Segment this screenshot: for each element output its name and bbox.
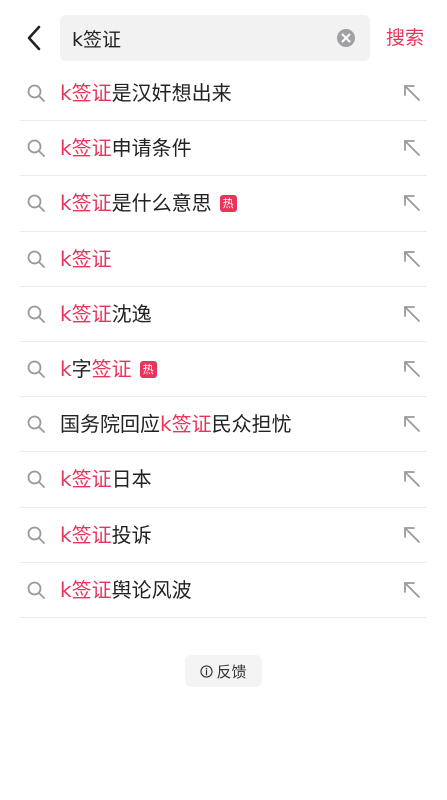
arrow-up-left-icon[interactable] <box>401 468 423 490</box>
highlighted-term: k <box>60 357 72 382</box>
top-bar: 搜索 <box>0 0 447 76</box>
suggestion-term: 是汉奸想出来 <box>111 81 232 106</box>
suggestion-item[interactable]: k签证 沈逸 <box>20 287 427 342</box>
suggestion-text: 国务院回应 k签证 民众担忧 <box>60 411 292 437</box>
arrow-up-left-icon[interactable] <box>401 82 423 104</box>
suggestion-list: k签证 是汉奸想出来 k签证 申请条件 k签证 是什么意思热 k签证 k签证 沈逸 k 字签证热国务… <box>20 66 427 618</box>
suggestion-text: k签证 申请条件 <box>60 135 192 161</box>
suggestion-text: k签证 是汉奸想出来 <box>60 80 232 106</box>
info-icon <box>200 664 214 678</box>
feedback-button[interactable]: 反馈 <box>185 655 262 687</box>
arrow-up-left-icon[interactable] <box>401 524 423 546</box>
search-icon <box>27 195 45 213</box>
search-icon <box>27 84 45 102</box>
suggestion-item[interactable]: k签证 是什么意思热 <box>20 176 427 232</box>
suggestion-item[interactable]: k签证 <box>20 232 427 287</box>
suggestion-text: k签证 投诉 <box>60 522 152 548</box>
search-icon <box>27 360 45 378</box>
search-input[interactable] <box>72 15 322 61</box>
highlighted-term: k签证 <box>60 522 112 547</box>
back-arrow-icon <box>27 25 41 51</box>
suggestion-item[interactable]: k签证 投诉 <box>20 508 427 563</box>
suggestion-text: k签证 舆论风波 <box>60 577 192 603</box>
arrow-up-left-icon[interactable] <box>401 192 423 214</box>
search-icon <box>27 415 45 434</box>
search-icon <box>27 581 45 599</box>
suggestion-text: k签证 沈逸 <box>60 301 152 327</box>
suggestion-text: k 字签证热 <box>60 356 157 382</box>
suggestion-item[interactable]: k签证 申请条件 <box>20 121 427 177</box>
suggestion-item[interactable]: k签证 是汉奸想出来 <box>20 66 427 122</box>
clear-icon[interactable] <box>336 28 356 48</box>
highlighted-term: 签证 <box>91 357 132 382</box>
suggestion-term: 字 <box>71 357 92 382</box>
search-icon <box>27 305 45 323</box>
hot-badge: 热 <box>139 360 157 378</box>
suggestion-term: 日本 <box>111 467 152 492</box>
suggestion-term: 舆论风波 <box>111 577 192 602</box>
suggestion-term: 是什么意思 <box>111 191 212 216</box>
arrow-up-left-icon[interactable] <box>401 137 423 159</box>
suggestion-term: 投诉 <box>111 522 152 547</box>
search-icon <box>27 139 45 158</box>
arrow-up-left-icon[interactable] <box>401 248 423 270</box>
suggestion-item[interactable]: k 字签证热 <box>20 342 427 398</box>
search-button[interactable]: 搜索 <box>386 24 424 52</box>
highlighted-term: k签证 <box>60 81 112 106</box>
highlighted-term: k签证 <box>60 136 112 161</box>
highlighted-term: k签证 <box>160 412 212 437</box>
suggestion-term: 国务院回应 <box>60 412 160 437</box>
hot-badge: 热 <box>219 194 237 212</box>
suggestion-text: k签证 是什么意思热 <box>60 190 237 216</box>
suggestion-text: k签证 日本 <box>60 466 152 492</box>
highlighted-term: k签证 <box>60 577 112 602</box>
suggestion-term: 申请条件 <box>111 136 192 161</box>
suggestion-term: 民众担忧 <box>211 412 292 437</box>
search-icon <box>27 526 45 544</box>
search-box <box>60 15 370 61</box>
arrow-up-left-icon[interactable] <box>401 303 423 325</box>
suggestion-term: 沈逸 <box>111 301 152 326</box>
feedback-label: 反馈 <box>216 662 247 681</box>
arrow-up-left-icon[interactable] <box>401 413 423 435</box>
search-icon <box>27 471 45 489</box>
highlighted-term: k签证 <box>60 301 112 326</box>
highlighted-term: k签证 <box>60 246 112 271</box>
suggestion-item[interactable]: k签证 日本 <box>20 452 427 508</box>
suggestion-item[interactable]: k签证 舆论风波 <box>20 563 427 618</box>
back-button[interactable] <box>16 20 52 56</box>
highlighted-term: k签证 <box>60 467 112 492</box>
arrow-up-left-icon[interactable] <box>401 358 423 380</box>
suggestion-item[interactable]: 国务院回应 k签证 民众担忧 <box>20 397 427 453</box>
arrow-up-left-icon[interactable] <box>401 579 423 601</box>
suggestion-text: k签证 <box>60 246 112 272</box>
search-icon <box>27 250 45 268</box>
highlighted-term: k签证 <box>60 191 112 216</box>
